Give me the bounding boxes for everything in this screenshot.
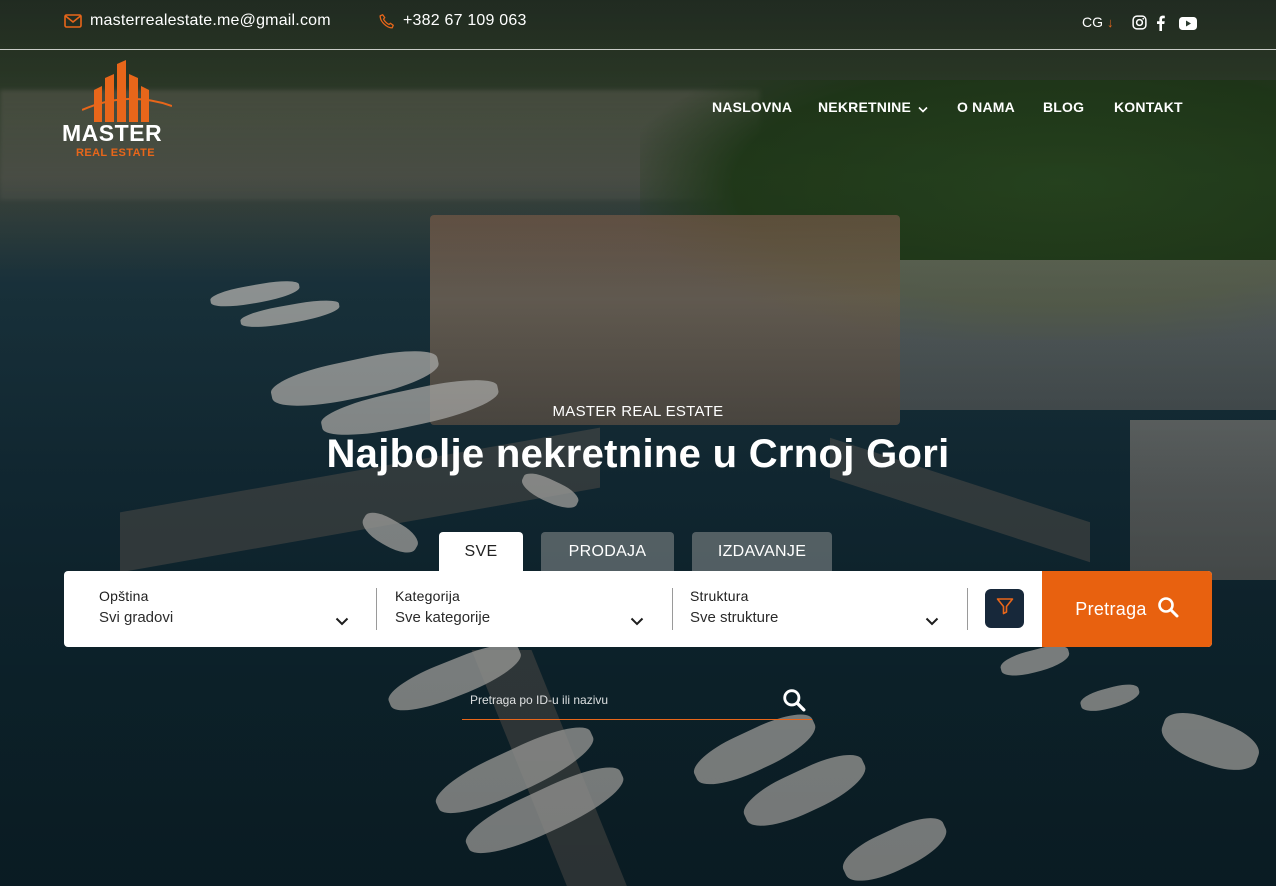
nav-item-blog[interactable]: BLOG (1043, 99, 1084, 115)
structure-label: Struktura (690, 588, 749, 604)
hero-eyebrow: MASTER REAL ESTATE (552, 403, 724, 420)
youtube-icon[interactable] (1179, 17, 1197, 35)
property-search-bar: Opština Svi gradovi Kategorija Sve kateg… (64, 571, 1212, 647)
category-value[interactable]: Sve kategorije (395, 609, 490, 626)
hero-headline: Najbolje nekretnine u Crnoj Gori (326, 432, 950, 476)
logo-brand: MASTER (62, 120, 163, 146)
nav-item-kontakt[interactable]: KONTAKT (1114, 99, 1183, 115)
facebook-icon[interactable] (1156, 15, 1165, 36)
top-bar: masterrealestate.me@gmail.com +382 67 10… (0, 0, 1276, 50)
phone-icon (378, 13, 395, 30)
municipality-value[interactable]: Svi gradovi (99, 609, 173, 626)
category-select[interactable]: Kategorija Sve kategorije (395, 571, 645, 647)
field-divider (672, 588, 673, 630)
nav-item-o-nama[interactable]: O NAMA (957, 99, 1015, 115)
nav-item-nekretnine[interactable]: NEKRETNINE (818, 99, 928, 116)
search-icon (1157, 596, 1179, 623)
structure-value[interactable]: Sve strukture (690, 609, 778, 626)
logo-buildings-icon (82, 60, 172, 122)
logo-subtitle: REAL ESTATE (76, 147, 155, 159)
language-switcher[interactable]: CG ↓ (1082, 14, 1114, 30)
nav-item-naslovna[interactable]: NASLOVNA (712, 99, 792, 115)
id-search-input[interactable] (470, 688, 770, 712)
municipality-select[interactable]: Opština Svi gradovi (99, 571, 349, 647)
chevron-down-icon (918, 100, 928, 116)
mail-icon (64, 14, 82, 28)
chevron-down-icon[interactable] (925, 613, 939, 631)
structure-select[interactable]: Struktura Sve strukture (690, 571, 940, 647)
field-divider (376, 588, 377, 630)
nav-item-label: NEKRETNINE (818, 99, 912, 115)
municipality-label: Opština (99, 588, 149, 604)
email-contact[interactable]: masterrealestate.me@gmail.com (64, 12, 331, 30)
advanced-filter-button[interactable] (985, 589, 1024, 628)
phone-text[interactable]: +382 67 109 063 (403, 12, 527, 30)
instagram-icon[interactable] (1132, 15, 1147, 35)
tab-prodaja[interactable]: PRODAJA (541, 532, 674, 572)
phone-contact[interactable]: +382 67 109 063 (378, 12, 527, 30)
tab-sve[interactable]: SVE (439, 532, 523, 572)
search-button-label: Pretraga (1075, 598, 1147, 619)
chevron-down-icon[interactable] (630, 613, 644, 631)
email-text[interactable]: masterrealestate.me@gmail.com (90, 12, 331, 30)
language-label[interactable]: CG (1082, 14, 1103, 30)
field-divider (967, 588, 968, 630)
category-label: Kategorija (395, 588, 461, 604)
language-arrow-icon: ↓ (1107, 14, 1114, 30)
site-logo[interactable]: MASTER REAL ESTATE (62, 60, 174, 160)
filter-icon (996, 597, 1014, 620)
tab-izdavanje[interactable]: IZDAVANJE (692, 532, 832, 572)
id-search (462, 686, 812, 720)
search-button[interactable]: Pretraga (1042, 571, 1212, 647)
search-icon[interactable] (782, 688, 806, 717)
chevron-down-icon[interactable] (335, 613, 349, 631)
